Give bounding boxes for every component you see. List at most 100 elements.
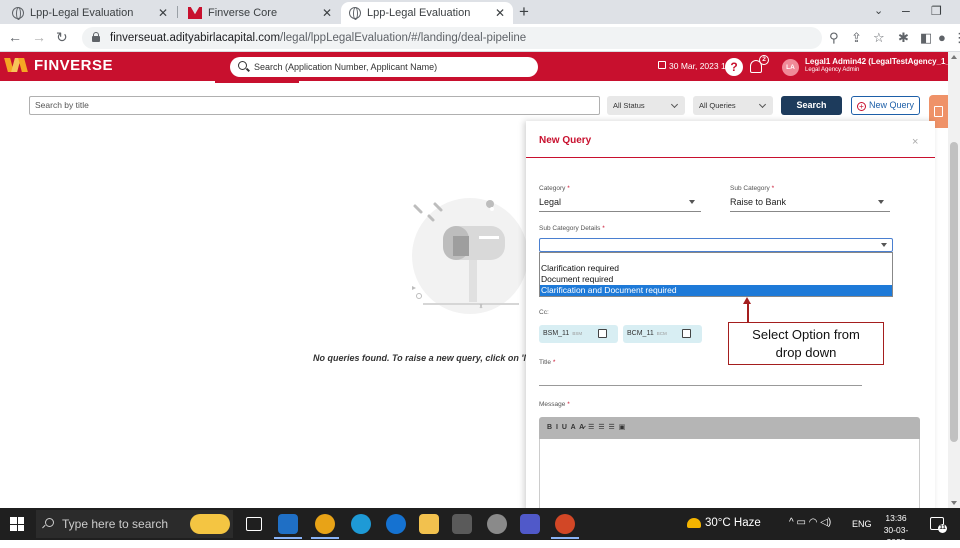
annotation-arrow-line [747, 302, 749, 322]
zoom-icon[interactable]: ⚲ [829, 30, 839, 46]
bookmark-star-icon[interactable]: ☆ [873, 30, 885, 46]
reload-icon[interactable]: ↻ [56, 29, 68, 46]
close-tab-icon[interactable]: ✕ [495, 6, 505, 20]
app-icon[interactable] [487, 514, 507, 534]
windows-taskbar: Type here to search 30°C Haze ^ ▭ ◠ ◁) E… [0, 508, 960, 547]
page-scrollbar[interactable] [948, 52, 960, 508]
edge-icon[interactable] [351, 514, 371, 534]
new-query-modal: New Query × Category * Legal Sub Categor… [526, 121, 935, 511]
avatar[interactable]: LA [782, 59, 799, 76]
task-view-icon[interactable] [246, 517, 262, 531]
finverse-logo-icon [4, 56, 28, 74]
chevron-down-icon [689, 200, 695, 204]
weather-text[interactable]: 30°C Haze [705, 517, 761, 529]
status-filter-select[interactable]: All Status [607, 96, 685, 115]
title-input[interactable] [539, 369, 862, 385]
browser-tab-strip: Lpp-Legal Evaluation ✕ Finverse Core ✕ L… [0, 0, 960, 24]
chrome-icon[interactable] [315, 514, 335, 534]
close-icon[interactable]: × [912, 136, 918, 148]
browser-tab-label: Lpp-Legal Evaluation [367, 7, 471, 19]
profile-icon[interactable]: ● [938, 30, 946, 45]
lock-icon [92, 32, 100, 42]
dropdown-option-document[interactable]: Document required [540, 274, 892, 285]
browser-tab-1[interactable]: Lpp-Legal Evaluation ✕ [4, 2, 176, 24]
title-search-input[interactable]: Search by title [29, 96, 600, 115]
taskbar-search-placeholder: Type here to search [62, 517, 169, 531]
message-editor[interactable] [539, 439, 920, 511]
notification-center-icon[interactable]: 11 [930, 517, 947, 533]
calculator-icon[interactable] [452, 514, 472, 534]
plus-circle-icon: + [856, 102, 866, 111]
queries-filter-select[interactable]: All Queries [693, 96, 773, 115]
search-button[interactable]: Search [781, 96, 842, 115]
weather-icon[interactable] [687, 518, 701, 528]
browser-tab-2[interactable]: Finverse Core ✕ [180, 2, 340, 24]
sub-category-details-select[interactable] [539, 238, 893, 252]
cc-checkbox[interactable] [598, 329, 607, 338]
calendar-icon [658, 61, 666, 69]
extensions-icon[interactable]: ✱ [898, 30, 909, 46]
globe-icon [349, 7, 361, 20]
rich-text-toolbar[interactable]: B I U A A̷ ☰ ☰ ☰ ▣ [539, 417, 920, 439]
new-tab-button[interactable]: + [519, 2, 529, 22]
sub-category-label: Sub Category * [730, 185, 775, 192]
scrollbar-thumb[interactable] [950, 142, 958, 442]
active-app-indicator [274, 537, 302, 539]
sub-category-select[interactable]: Raise to Bank [730, 197, 890, 212]
teams-icon[interactable] [520, 514, 540, 534]
system-tray-icons[interactable]: ^ ▭ ◠ ◁) [789, 517, 831, 528]
url-host: finverseuat.adityabirlacapital.com [110, 32, 281, 44]
restore-icon[interactable]: ❐ [931, 4, 942, 18]
category-select[interactable]: Legal [539, 197, 701, 212]
side-panel-icon[interactable]: ◧ [920, 30, 932, 46]
category-value: Legal [539, 197, 562, 207]
tab-search-icon[interactable]: ⌄ [874, 4, 883, 17]
application-search-input[interactable]: Search (Application Number, Applicant Na… [230, 57, 538, 77]
taskbar-widget-icon[interactable] [190, 514, 230, 534]
cc-chip-name: BSM_11 [543, 330, 570, 337]
minimize-icon[interactable]: – [902, 2, 910, 18]
file-explorer-icon[interactable] [419, 514, 439, 534]
globe-icon [12, 7, 24, 20]
scroll-down-arrow-icon[interactable] [951, 501, 957, 505]
user-name[interactable]: Legal1 Admin42 (LegalTestAgency_1_4: [805, 57, 957, 66]
address-bar-row: ← → ↻ finverseuat.adityabirlacapital.com… [0, 24, 960, 52]
empty-state-message: No queries found. To raise a new query, … [313, 353, 526, 363]
windows-start-icon[interactable] [10, 517, 24, 531]
modal-title: New Query [539, 135, 592, 146]
cc-chip-bcm[interactable]: BCM_11 BCM [623, 325, 702, 343]
annotation-callout: Select Option from drop down [728, 322, 884, 365]
dropdown-option-clarification[interactable]: Clarification required [540, 263, 892, 274]
url-bar[interactable]: finverseuat.adityabirlacapital.com/legal… [82, 27, 822, 49]
title-input-underline [539, 385, 862, 386]
new-query-button[interactable]: + New Query [851, 96, 920, 115]
notification-count-badge: 11 [938, 524, 947, 533]
powerpoint-icon[interactable] [555, 514, 575, 534]
back-arrow-icon[interactable]: ← [8, 29, 22, 45]
category-label: Category * [539, 185, 570, 192]
dropdown-option-clarification-and-document[interactable]: Clarification and Document required [540, 285, 892, 296]
share-icon[interactable]: ⇪ [851, 30, 862, 46]
cc-chip-bsm[interactable]: BSM_11 BSM [539, 325, 618, 343]
empty-mailbox-illustration [412, 198, 528, 314]
chevron-down-icon [758, 100, 767, 109]
brand-logo[interactable]: FINVERSE [4, 56, 114, 74]
help-icon[interactable]: ? [725, 58, 743, 76]
cc-checkbox[interactable] [682, 329, 691, 338]
scroll-up-arrow-icon[interactable] [951, 55, 957, 59]
language-indicator[interactable]: ENG [852, 519, 872, 529]
outlook-icon[interactable] [278, 514, 298, 534]
forward-arrow-icon[interactable]: → [32, 29, 46, 45]
message-label: Message * [539, 401, 570, 408]
clock-time: 13:36 [885, 513, 907, 523]
close-tab-icon[interactable]: ✕ [322, 6, 332, 20]
brand-name: FINVERSE [34, 56, 114, 74]
close-tab-icon[interactable]: ✕ [158, 6, 168, 20]
sub-category-details-label: Sub Category Details * [539, 225, 605, 232]
clock-date: 30-03-2023 [883, 525, 909, 547]
menu-kebab-icon[interactable]: ⋮ [953, 30, 960, 46]
url-path: /legal/lppLegalEvaluation/#/landing/deal… [280, 32, 527, 44]
internet-explorer-icon[interactable] [386, 514, 406, 534]
browser-tab-3-active[interactable]: Lpp-Legal Evaluation ✕ [341, 2, 513, 24]
taskbar-clock[interactable]: 13:36 30-03-2023 [878, 512, 914, 548]
